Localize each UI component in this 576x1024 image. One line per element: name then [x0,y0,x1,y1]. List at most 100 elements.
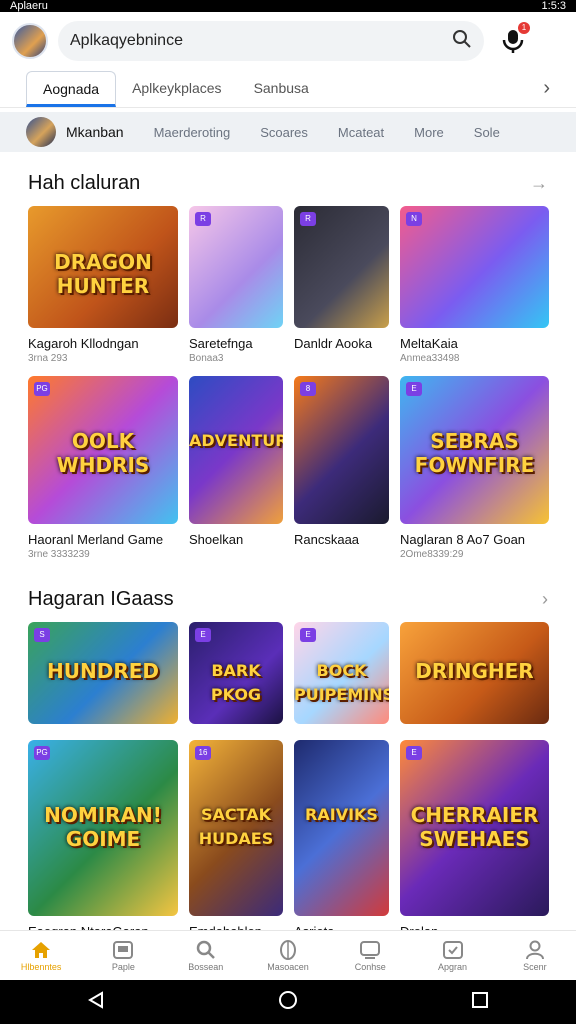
arrow-right-icon[interactable]: → [530,173,548,194]
game-thumbnail[interactable]: BOCK PUIPEMINS E [294,622,389,724]
game-thumbnail[interactable]: OOLK WHDRIS PG [28,376,178,524]
rating-badge: 16 [195,746,211,760]
category-item-3[interactable]: Mcateat [338,125,384,140]
nav-apps[interactable]: Paple [82,931,164,980]
game-thumbnail[interactable]: SACTAK HUDAES 16 [189,740,283,916]
nav-label: Conhse [354,961,386,972]
rating-badge: E [300,628,316,642]
game-card[interactable]: N MeltaKaia Anmea33498 [400,206,549,364]
category-item-5[interactable]: Sole [474,125,500,140]
game-title: Naglaran 8 Ao7 Goan [400,532,526,547]
nav-search[interactable]: Bossean [165,931,247,980]
search-icon [196,940,216,960]
tab-0[interactable]: Aognada [26,70,117,107]
category-item-0[interactable]: Mkanban [66,124,124,140]
leaf-icon [278,939,298,960]
tab-2[interactable]: Sanbusa [238,71,325,107]
search-input[interactable]: Aplkaqyebnince [70,32,452,50]
game-title: MeltaKaia [400,336,458,351]
game-card[interactable]: 8 Rancskaaa [294,376,389,547]
game-art-title: ADVENTURE [189,431,283,451]
game-card[interactable]: R Sarete⁠fnga Bonaa3 [189,206,283,364]
game-card[interactable]: ADVENTURE Shoelkan [189,376,283,547]
status-bar: Aplaeru 1:5:3 [0,0,576,12]
nav-label: Scenr [523,961,547,972]
app-root: Aplaeru 1:5:3 Aplkaqyebnince 1 Aognada A… [0,0,576,1024]
game-thumbnail[interactable]: R [294,206,389,328]
nav-tv[interactable]: Conhse [329,931,411,980]
search-icon[interactable] [452,29,472,54]
game-title: Haoranl Merland Game [28,532,164,547]
game-thumbnail[interactable]: SEBRAS FOWNFIRE E [400,376,549,524]
game-thumbnail[interactable]: BARK PKOG E [189,622,283,724]
category-item-4[interactable]: More [414,125,444,140]
game-card[interactable]: SEBRAS FOWNFIRE E Naglaran 8 Ao7 Goan 2Ome8… [400,376,549,560]
game-card[interactable]: DRINGHER [400,622,549,724]
game-subtitle: 3rna 293 [28,353,68,364]
game-thumbnail[interactable]: HUNDRED S [28,622,178,724]
category-avatar[interactable] [26,117,56,147]
nav-chat[interactable]: Apgran [411,931,493,980]
category-item-2[interactable]: Scoares [260,125,308,140]
chevron-right-icon[interactable]: › [543,77,550,100]
rating-badge: E [406,746,422,760]
game-card[interactable]: HUNDRED S [28,622,178,724]
home-circle-icon[interactable] [278,990,298,1015]
search-bar[interactable]: Aplkaqyebnince [58,21,484,61]
section-title: Hagaran IGaass [28,588,174,610]
game-card[interactable]: NOMIRAN! GOIMEPGEaogran NtaraGaran [28,740,178,939]
game-subtitle: 2Ome8339:29 [400,549,464,560]
game-art-title: DRINGHER [415,658,534,683]
rating-badge: R [195,212,211,226]
game-title: Kagaroh Kllodngan [28,336,139,351]
game-card[interactable]: R Danldr Aooka [294,206,389,351]
section-header-0: Hah claluran → [28,172,548,195]
tab-bar: Aognada Aplkeykplaces Sanbusa › [0,70,576,108]
rating-badge: PG [34,746,50,760]
section-header-1: Hagaran IGaass › [28,588,548,611]
game-card[interactable]: DRAGON HUNTER Kagaroh Kllodngan 3rna 293 [28,206,178,364]
game-card[interactable]: SACTAK HUDAES16Emdahablon [189,740,283,939]
category-bar: Mkanban Maerderoting Scoares Mcateat Mor… [0,112,576,152]
game-subtitle: Bonaa3 [189,353,224,364]
nav-leaf[interactable]: Masoacen [247,931,329,980]
nav-label: Masoacen [267,961,309,972]
game-thumbnail[interactable]: R [189,206,283,328]
nav-profile[interactable]: Scenr [494,931,576,980]
category-item-1[interactable]: Maerderoting [154,125,231,140]
game-thumbnail[interactable]: NOMIRAN! GOIME PG [28,740,178,916]
person-icon [525,940,545,960]
game-art-title: CHERRAIER SWEHAES [410,803,539,852]
game-card[interactable]: BARK PKOG E [189,622,283,724]
nav-home[interactable]: Hlbenntes [0,931,82,980]
game-card[interactable]: BOCK PUIPEMINS E [294,622,389,724]
game-thumbnail[interactable]: RAIVIKS [294,740,389,916]
game-art-title: OOLK WHDRIS [56,429,150,478]
game-art-title: BARK PKOG [210,660,262,704]
back-icon[interactable] [87,990,105,1014]
game-art-title: SACTAK HUDAES [198,805,274,849]
game-card[interactable]: RAIVIKSAsrjeta [294,740,389,939]
game-art-title: DRAGON HUNTER [54,249,152,298]
status-left-text: Aplaeru [10,0,48,12]
game-card[interactable]: OOLK WHDRIS PG Haoranl Merland Game 3rne 33… [28,376,178,560]
tv-icon [360,940,381,960]
chat-icon [442,940,463,960]
game-title: Rancskaaa [294,532,360,547]
rating-badge: 8 [300,382,316,396]
game-thumbnail[interactable]: N [400,206,549,328]
game-art-title: BOCK PUIPEMINS [294,660,389,704]
chevron-right-icon[interactable]: › [542,589,548,610]
game-card[interactable]: CHERRAIER SWEHAESEDrolan [400,740,549,939]
game-title: Danldr Aooka [294,336,373,351]
mic-button[interactable]: 1 [498,22,530,56]
game-thumbnail[interactable]: DRINGHER [400,622,549,724]
game-thumbnail[interactable]: CHERRAIER SWEHAES E [400,740,549,916]
game-subtitle: 3rne 3333239 [28,549,90,560]
avatar[interactable] [12,23,48,59]
game-thumbnail[interactable]: DRAGON HUNTER [28,206,178,328]
game-thumbnail[interactable]: 8 [294,376,389,524]
tab-1[interactable]: Aplkeykplaces [116,71,238,107]
recents-icon[interactable] [471,991,489,1014]
game-thumbnail[interactable]: ADVENTURE [189,376,283,524]
